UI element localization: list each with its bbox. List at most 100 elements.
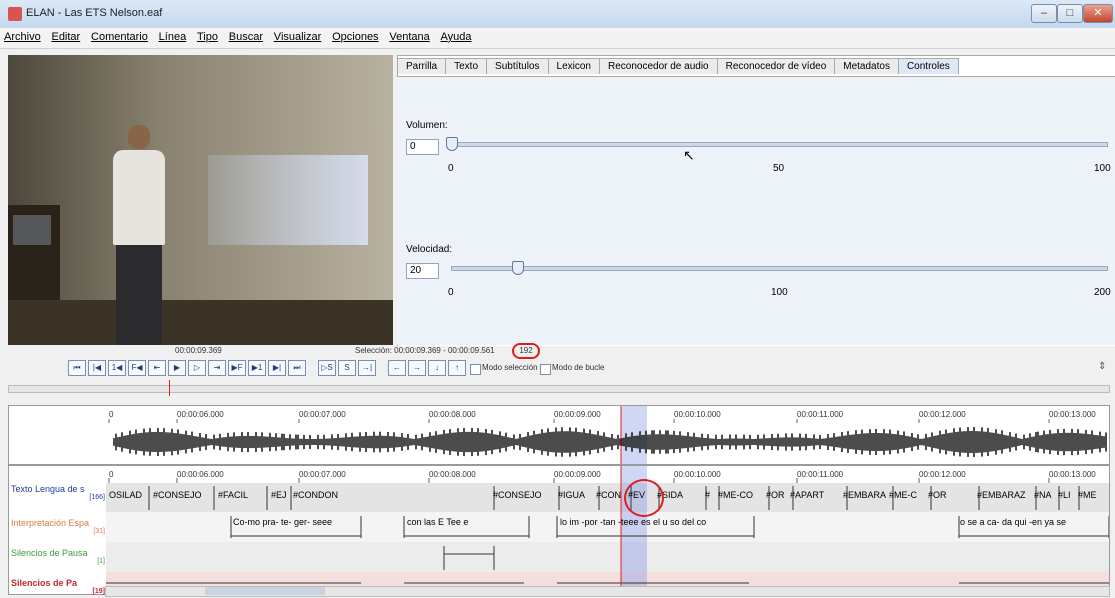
timeline-time-label: 00:00:13.000 (1049, 470, 1096, 479)
timeline-time-label: 00:00:08.000 (429, 470, 476, 479)
loop-mode-checkbox[interactable] (540, 364, 551, 375)
menu-ventana[interactable]: Ventana (385, 28, 433, 43)
tab-lexicon[interactable]: Lexicon (547, 58, 600, 74)
tab-subtitulos[interactable]: Subtítulos (486, 58, 549, 74)
tier-label-3[interactable]: Silencios de Pa [19] (11, 578, 105, 595)
tab-texto[interactable]: Texto (445, 58, 488, 74)
waveform-viewer[interactable]: 0 00:00:06.000 00:00:07.000 00:00:08.000 00:… (8, 405, 1110, 465)
annotation[interactable]: #CON (596, 490, 621, 500)
controls-pane (397, 76, 1115, 345)
volume-field[interactable]: 0 (406, 139, 439, 155)
speed-label: Velocidad: (406, 244, 453, 255)
volume-tick-min: 0 (448, 163, 454, 174)
scrollbar-thumb[interactable] (205, 587, 325, 595)
menu-linea[interactable]: Línea (155, 28, 191, 43)
video-monitor (13, 215, 51, 245)
tab-controles[interactable]: Controles (897, 58, 959, 74)
menu-tipo[interactable]: Tipo (193, 28, 222, 43)
maximize-button[interactable]: □ (1057, 4, 1083, 23)
annotation[interactable]: # (705, 490, 710, 500)
go-to-end-icon[interactable]: ⏭ (288, 360, 306, 376)
video-floor (8, 300, 393, 345)
menu-archivo[interactable]: Archivo (0, 28, 45, 43)
speed-field[interactable]: 20 (406, 263, 439, 279)
timeline-viewer[interactable]: 0 00:00:06.000 00:00:07.000 00:00:08.000 00:… (8, 465, 1110, 595)
go-to-begin-icon[interactable]: ⏮ (68, 360, 86, 376)
annotation[interactable]: #CONDON (293, 490, 338, 500)
tab-metadatos[interactable]: Metadatos (834, 58, 899, 74)
play-selection-button[interactable]: ▷S (318, 360, 336, 376)
annotation[interactable]: #ME-C (889, 490, 917, 500)
tab-reconocedor-audio[interactable]: Reconocedor de audio (598, 58, 718, 74)
menu-ayuda[interactable]: Ayuda (437, 28, 476, 43)
annotation[interactable]: #EMBARA (843, 490, 886, 500)
annotation[interactable]: #EJ (271, 490, 287, 500)
annotation[interactable]: lo im -por -tan -teee es el u so del co (560, 517, 706, 527)
previous-pixel-icon[interactable]: F◀ (128, 360, 146, 376)
arrow-right-icon[interactable]: → (408, 360, 426, 376)
arrow-up-icon[interactable]: ↑ (448, 360, 466, 376)
clear-selection-icon[interactable]: S (338, 360, 356, 376)
tab-parrilla[interactable]: Parrilla (397, 58, 447, 74)
annotation[interactable]: #EMBARAZ (977, 490, 1026, 500)
tier-name: Interpretación Espa (11, 518, 90, 528)
previous-frame-icon[interactable]: |◀ (88, 360, 106, 376)
next-pixel-icon[interactable]: ▶F (228, 360, 246, 376)
play-icon[interactable]: ▶ (168, 360, 186, 376)
menu-opciones[interactable]: Opciones (328, 28, 382, 43)
tab-strip: Parrilla Texto Subtítulos Lexicon Reconocedo… (397, 58, 959, 76)
menu-comentario[interactable]: Comentario (87, 28, 152, 43)
annotation[interactable]: #IGUA (558, 490, 585, 500)
annotation[interactable]: con las E Tee e (407, 517, 468, 527)
annotation[interactable]: #CONSEJO (153, 490, 202, 500)
next-frame-icon[interactable]: ▶| (268, 360, 286, 376)
arrow-down-icon[interactable]: ↓ (428, 360, 446, 376)
selection-highlight (621, 406, 647, 464)
timeline-svg: 0 00:00:06.000 00:00:07.000 00:00:08.000 00:… (9, 466, 1109, 594)
speed-slider-thumb[interactable] (511, 261, 524, 275)
overview-ruler[interactable] (8, 385, 1110, 393)
annotation[interactable]: #OR (766, 490, 785, 500)
annotation[interactable]: o se a ca- da qui -en ya se (960, 517, 1066, 527)
selection-mode-label: Modo selección (482, 363, 538, 372)
waveform-time-label: 00:00:10.000 (674, 410, 721, 419)
tier-label-1[interactable]: Interpretación Espa [31] (11, 518, 105, 535)
annotation[interactable]: #ME-CO (718, 490, 753, 500)
selection-mode-checkbox[interactable] (470, 364, 481, 375)
tier-label-0[interactable]: Texto Lengua de s [166] (11, 484, 105, 510)
tab-reconocedor-video[interactable]: Reconocedor de vídeo (716, 58, 836, 74)
splitter-toggle-icon[interactable]: ⇕ (1098, 361, 1106, 372)
annotation[interactable]: #LI (1058, 490, 1071, 500)
selection-boundary-icon[interactable]: →| (358, 360, 376, 376)
close-button[interactable]: ✕ (1083, 4, 1113, 23)
play-selection-icon[interactable]: ▷ (188, 360, 206, 376)
volume-slider-thumb[interactable] (446, 137, 458, 151)
video-viewer[interactable] (8, 55, 393, 345)
minimize-button[interactable]: – (1031, 4, 1057, 23)
previous-second-icon[interactable]: 1◀ (108, 360, 126, 376)
menu-editar[interactable]: Editar (47, 28, 84, 43)
next-second-icon[interactable]: ▶1 (248, 360, 266, 376)
annotation[interactable]: #APART (790, 490, 824, 500)
tier-label-2[interactable]: Silencios de Pausa [1] (11, 548, 105, 565)
arrow-left-icon[interactable]: ← (388, 360, 406, 376)
annotation[interactable]: #OR (928, 490, 947, 500)
annotation[interactable]: OSILAD (109, 490, 142, 500)
volume-track[interactable] (451, 142, 1108, 147)
annotation[interactable]: #FACIL (218, 490, 248, 500)
timeline-time-label: 00:00:09.000 (554, 470, 601, 479)
annotation[interactable]: Co-mo pra- te- ger- seee (233, 517, 332, 527)
speed-track[interactable] (451, 266, 1108, 271)
tier-row-2 (106, 542, 1109, 572)
waveform-time-label: 0 (109, 410, 114, 419)
menu-buscar[interactable]: Buscar (225, 28, 267, 43)
tier-count: [19] (92, 588, 105, 595)
next-scroll-icon[interactable]: ⇥ (208, 360, 226, 376)
annotation[interactable]: #ME (1078, 490, 1097, 500)
annotation[interactable]: #NA (1034, 490, 1052, 500)
tier-count: [1] (97, 558, 105, 565)
menu-visualizar[interactable]: Visualizar (270, 28, 326, 43)
previous-scroll-icon[interactable]: ⇤ (148, 360, 166, 376)
timeline-time-label: 00:00:11.000 (797, 470, 844, 479)
annotation[interactable]: #CONSEJO (493, 490, 542, 500)
